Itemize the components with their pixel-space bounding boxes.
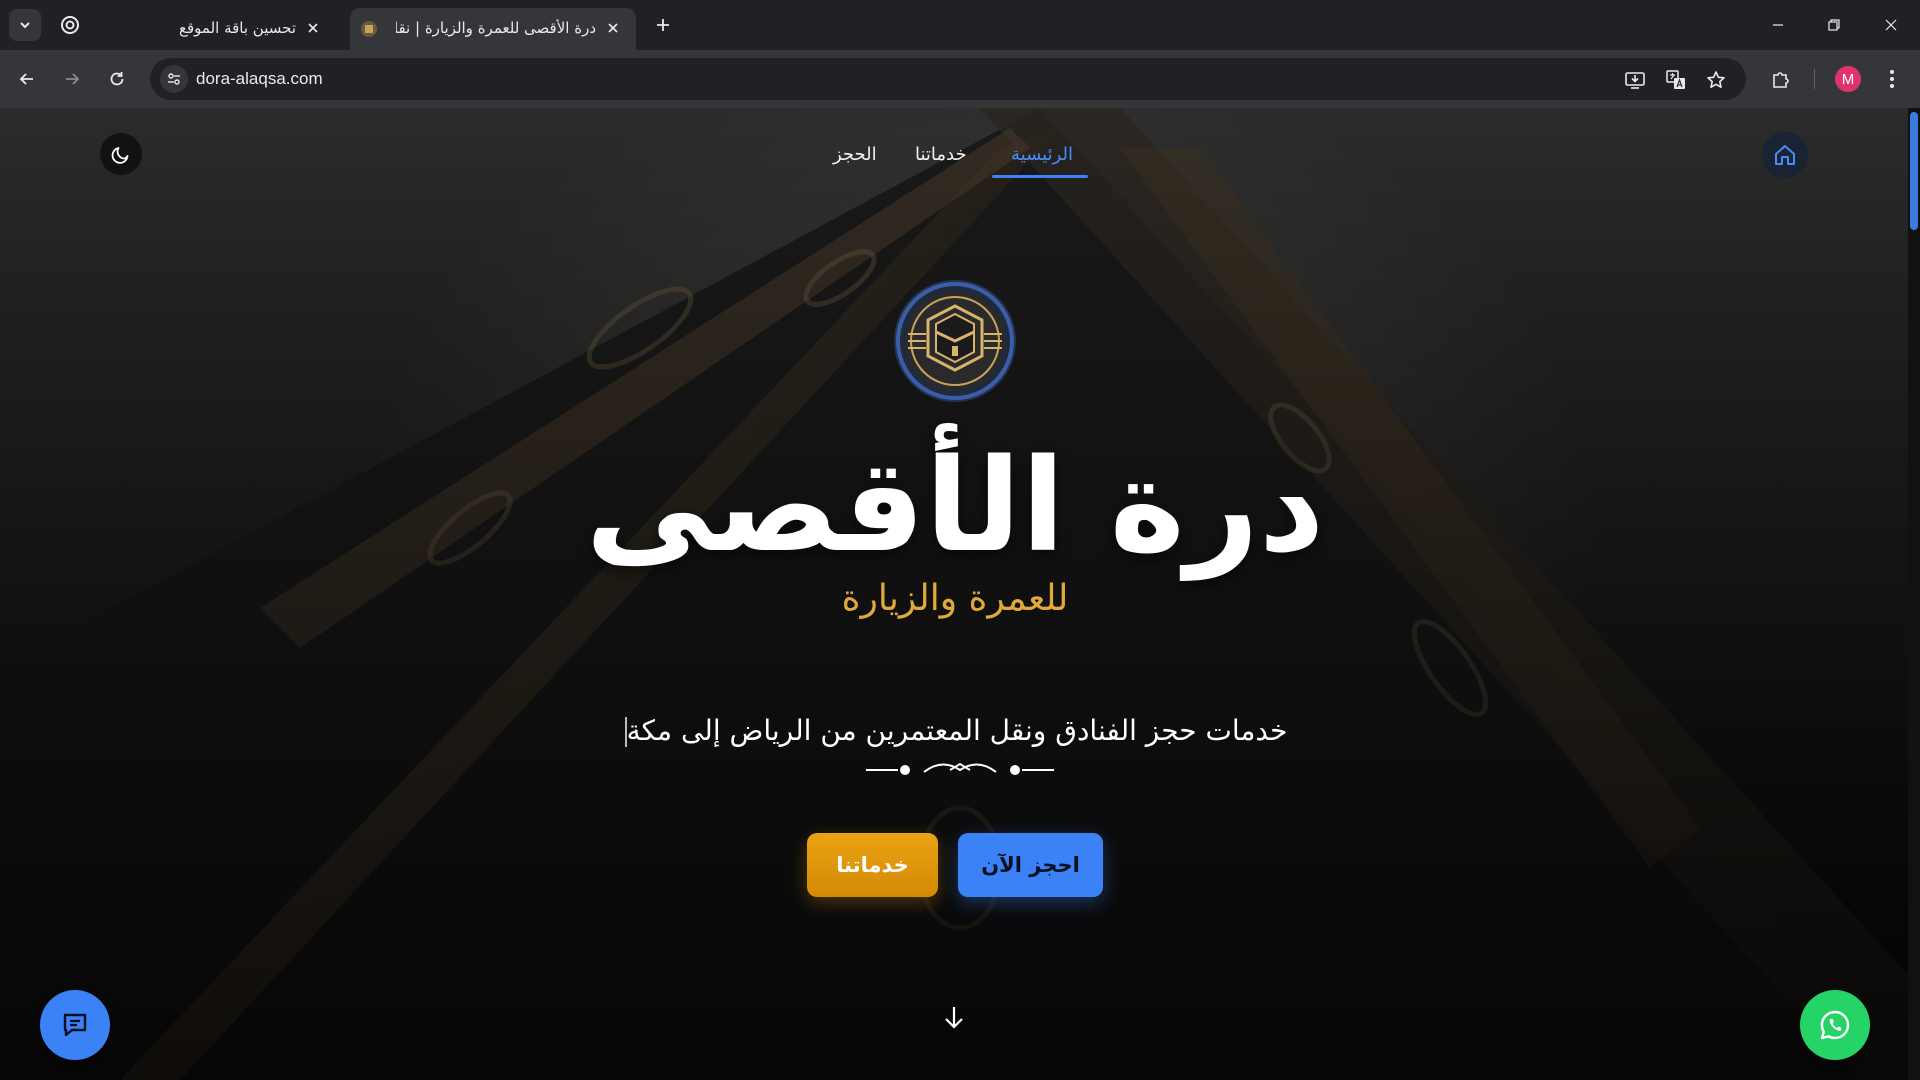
site-header: الرئيسية خدماتنا الحجز <box>0 108 1908 188</box>
arrow-down-icon <box>945 1007 963 1029</box>
book-now-button[interactable]: احجز الآن <box>958 833 1103 897</box>
profile-avatar[interactable]: M <box>1835 66 1861 92</box>
nav-link-booking[interactable]: الحجز <box>833 144 877 165</box>
restore-button[interactable] <box>1814 10 1854 40</box>
install-app-icon <box>1625 72 1645 89</box>
scrollbar-thumb[interactable] <box>1910 112 1918 230</box>
services-button[interactable]: خدماتنا <box>807 833 938 897</box>
hero-description: خدمات حجز الفنادق ونقل المعتمرين من الري… <box>560 714 1350 747</box>
nav-active-indicator <box>992 175 1088 178</box>
close-icon <box>1885 19 1897 31</box>
site-info-button[interactable] <box>160 65 188 93</box>
kaaba-logo-icon <box>905 291 1005 391</box>
minimize-button[interactable] <box>1758 10 1798 40</box>
tab-title: درة الأقصى للعمرة والزيارة | نقل ا <box>396 19 596 37</box>
close-window-button[interactable] <box>1871 10 1911 40</box>
tab-list-button[interactable] <box>9 9 41 41</box>
ornament-divider <box>866 762 1054 775</box>
theme-toggle-button[interactable] <box>100 133 142 175</box>
close-tab-icon[interactable] <box>302 17 324 39</box>
tab-active[interactable]: درة الأقصى للعمرة والزيارة | نقل ا <box>350 8 636 50</box>
close-tab-icon[interactable] <box>602 17 624 39</box>
toolbar-divider <box>1814 69 1815 89</box>
address-bar[interactable]: dora-alaqsa.com <box>150 58 1746 100</box>
home-icon <box>1775 145 1795 165</box>
restore-icon <box>1828 19 1840 31</box>
page-viewport: الرئيسية خدماتنا الحجز درة الأقصى للعمرة… <box>0 108 1920 1080</box>
reload-icon <box>110 72 124 86</box>
nav-link-home[interactable]: الرئيسية <box>1011 144 1073 165</box>
browser-toolbar: dora-alaqsa.com M <box>0 50 1920 108</box>
install-app-button[interactable] <box>1622 67 1648 93</box>
new-tab-button[interactable] <box>650 12 676 38</box>
tab-title: تحسين باقة الموقع <box>179 19 296 37</box>
nav-link-services[interactable]: خدماتنا <box>915 144 967 165</box>
forward-button[interactable] <box>57 64 87 94</box>
browser-tab-bar: تحسين باقة الموقع درة الأقصى للعمرة والز… <box>0 0 1920 50</box>
translate-icon <box>1666 70 1685 89</box>
chat-bubble-icon <box>63 1013 87 1037</box>
chevron-down-icon <box>20 22 30 29</box>
translate-button[interactable] <box>1663 67 1689 93</box>
hero-description-text: خدمات حجز الفنادق ونقل المعتمرين من الري… <box>626 714 1288 747</box>
extensions-button[interactable] <box>1767 65 1795 93</box>
kebab-menu-icon <box>1890 70 1894 88</box>
chat-button[interactable] <box>40 990 110 1060</box>
minimize-icon <box>1773 24 1783 26</box>
hero-subtitle: للعمرة والزيارة <box>841 578 1069 619</box>
reload-button[interactable] <box>102 64 132 94</box>
home-button[interactable] <box>1762 132 1808 178</box>
star-icon <box>1707 71 1725 88</box>
back-button[interactable] <box>12 64 42 94</box>
url-text: dora-alaqsa.com <box>196 69 323 88</box>
openai-logo-icon[interactable] <box>58 13 82 37</box>
browser-menu-button[interactable] <box>1878 65 1906 93</box>
page-scrollbar[interactable] <box>1908 108 1920 1080</box>
bookmark-button[interactable] <box>1703 67 1729 93</box>
arrow-right-icon <box>66 73 80 85</box>
whatsapp-button[interactable] <box>1800 990 1870 1060</box>
tab-inactive[interactable]: تحسين باقة الموقع <box>96 8 336 50</box>
tune-icon <box>168 73 180 85</box>
whatsapp-icon <box>1820 1010 1850 1040</box>
site-favicon-icon <box>360 20 378 38</box>
arrow-left-icon <box>19 73 33 85</box>
scroll-down-button[interactable] <box>942 1004 966 1032</box>
hero-title: درة الأقصى <box>585 432 1325 581</box>
site-logo <box>896 282 1014 400</box>
plus-icon <box>657 19 669 31</box>
moon-icon <box>111 147 129 164</box>
puzzle-icon <box>1773 72 1789 88</box>
